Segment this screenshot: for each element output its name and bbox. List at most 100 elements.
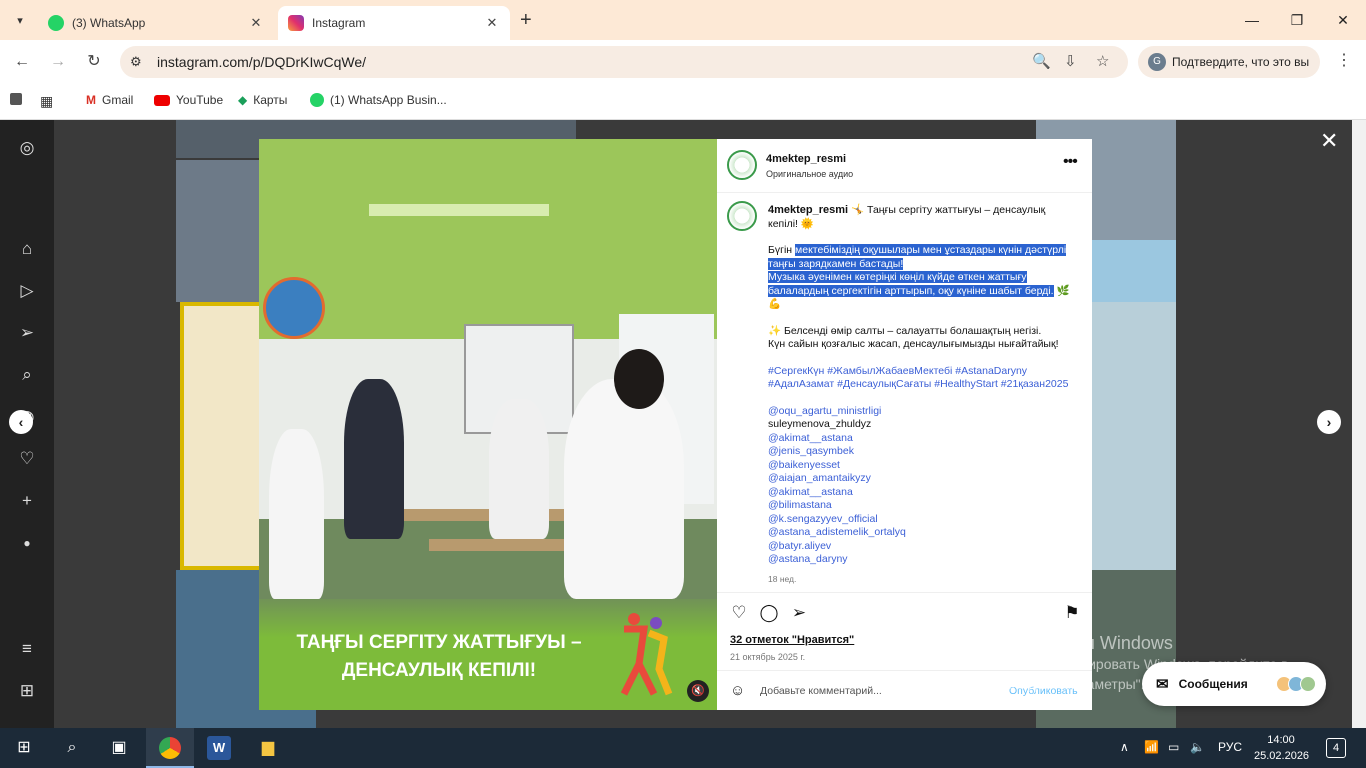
caption-line: Күн сайын қозғалыс жасап, денсаулығымызд… xyxy=(768,338,1059,350)
more-options-icon[interactable]: ••• xyxy=(1063,153,1078,171)
tray-chevron-icon[interactable]: ∧ xyxy=(1120,740,1129,754)
profile-icon[interactable]: ● xyxy=(16,532,38,554)
site-info-icon[interactable]: ⚙ xyxy=(130,54,142,70)
home-icon[interactable]: ⌂ xyxy=(16,238,38,260)
hashtags[interactable]: #СергекКүн #ЖамбылЖабаевМектебі #AstanaD… xyxy=(768,365,1073,392)
tab-title: Instagram xyxy=(312,16,366,30)
address-bar[interactable]: ⚙ instagram.com/p/DQDrKIwCqWe/ 🔍 ⇩ ☆ xyxy=(120,46,1128,78)
video-teacher xyxy=(344,379,404,539)
video-student xyxy=(489,399,549,539)
clock[interactable]: 14:00 25.02.2026 xyxy=(1254,732,1309,764)
new-tab-button[interactable]: + xyxy=(520,10,532,30)
side-panel-icon[interactable] xyxy=(10,93,22,105)
file-explorer-icon[interactable]: ▆ xyxy=(256,736,280,760)
tab-whatsapp[interactable]: (3) WhatsApp ✕ xyxy=(38,6,274,40)
caption-line: ✨ Белсенді өмір салты – салауатты болаша… xyxy=(768,324,1042,337)
mentions-list: @oqu_agartu_ministrligi suleymenova_zhuld… xyxy=(768,405,1073,567)
author-avatar[interactable] xyxy=(727,150,757,180)
mention-link[interactable]: @astana_daryny xyxy=(768,553,1073,567)
tab-strip: ▾ (3) WhatsApp ✕ Instagram ✕ + — ❐ ✕ xyxy=(0,0,1366,40)
search-icon[interactable]: ⌕ xyxy=(16,364,38,386)
chrome-icon xyxy=(159,737,181,759)
caption-username[interactable]: 4mektep_resmi xyxy=(768,204,848,216)
video-student xyxy=(564,379,684,599)
forward-button[interactable]: → xyxy=(46,50,70,74)
bookmarks-bar: ▦ M Gmail YouTube ◆ Карты (1) WhatsApp Bus… xyxy=(0,84,1366,120)
bookmark-star-icon[interactable]: ☆ xyxy=(1096,52,1109,70)
bookmark-whatsapp-business[interactable]: (1) WhatsApp Busin... xyxy=(310,93,447,107)
profile-confirm-button[interactable]: G Подтвердите, что это вы xyxy=(1138,46,1320,78)
like-heart-icon[interactable]: ♡ xyxy=(728,603,750,623)
minimize-button[interactable]: — xyxy=(1237,8,1267,32)
bookmark-gmail[interactable]: M Gmail xyxy=(86,93,133,107)
comment-icon[interactable]: ◯ xyxy=(758,603,780,623)
reload-button[interactable]: ↻ xyxy=(82,50,106,74)
emoji-icon[interactable]: ☺ xyxy=(730,682,745,699)
tab-search-button[interactable]: ▾ xyxy=(8,8,32,32)
author-username[interactable]: 4mektep_resmi xyxy=(766,153,853,165)
bookmark-maps[interactable]: ◆ Карты xyxy=(238,93,287,107)
apps-grid-icon[interactable]: ▦ xyxy=(40,93,53,110)
comment-input[interactable]: Добавьте комментарий... xyxy=(760,685,882,697)
taskbar-chrome-active[interactable] xyxy=(146,728,194,768)
messages-label: Сообщения xyxy=(1178,677,1248,691)
word-icon[interactable]: W xyxy=(207,736,231,760)
close-tab-icon[interactable]: ✕ xyxy=(484,15,500,31)
save-bookmark-icon[interactable]: ⚑ xyxy=(1061,603,1083,623)
notifications-heart-icon[interactable]: ♡ xyxy=(16,448,38,470)
post-video[interactable]: ТАҢҒЫ СЕРГІТУ ЖАТТЫҒУЫ – ДЕНСАУЛЫҚ КЕПІЛ… xyxy=(259,139,717,710)
install-app-icon[interactable]: ⇩ xyxy=(1064,52,1077,70)
notification-center-button[interactable]: 4 xyxy=(1326,738,1346,758)
previous-post-button[interactable]: ‹ xyxy=(9,410,33,434)
back-button[interactable]: ← xyxy=(10,50,34,74)
instagram-icon xyxy=(288,15,304,31)
share-icon[interactable]: ➢ xyxy=(788,603,810,623)
network-icon[interactable]: 📶 xyxy=(1144,740,1159,754)
tab-instagram[interactable]: Instagram ✕ xyxy=(278,6,510,40)
zoom-icon[interactable]: 🔍 xyxy=(1032,52,1051,70)
mute-icon[interactable]: 🔇 xyxy=(687,680,709,702)
create-icon[interactable]: + xyxy=(16,490,38,512)
page-scrollbar[interactable] xyxy=(1352,120,1366,728)
whatsapp-icon xyxy=(48,15,64,31)
restore-button[interactable]: ❐ xyxy=(1282,8,1312,32)
battery-icon[interactable]: ▭ xyxy=(1168,740,1179,754)
close-window-button[interactable]: ✕ xyxy=(1328,8,1358,32)
post-date: 21 октябрь 2025 г. xyxy=(730,652,806,662)
meta-apps-icon[interactable]: ⊞ xyxy=(16,680,38,702)
audio-label[interactable]: Оригинальное аудио xyxy=(766,169,853,179)
mention-link[interactable]: suleymenova_zhuldyz xyxy=(768,418,1073,432)
reels-icon[interactable]: ▷ xyxy=(16,280,38,302)
menu-icon[interactable]: ≡ xyxy=(16,638,38,660)
send-icon[interactable]: ➢ xyxy=(16,322,38,344)
caption-avatar[interactable] xyxy=(727,201,757,231)
mention-link[interactable]: @jenis_qasymbek xyxy=(768,445,1073,459)
mention-link[interactable]: @baikenyesset xyxy=(768,459,1073,473)
close-post-icon[interactable]: ✕ xyxy=(1320,130,1338,152)
task-view-icon[interactable]: ▣ xyxy=(107,736,131,760)
mention-link[interactable]: @akimat__astana xyxy=(768,486,1073,500)
mention-link[interactable]: @bilimastana xyxy=(768,499,1073,513)
messages-button[interactable]: ✉ Сообщения xyxy=(1142,662,1326,706)
video-student xyxy=(269,429,324,599)
next-post-button[interactable]: › xyxy=(1317,410,1341,434)
close-tab-icon[interactable]: ✕ xyxy=(248,15,264,31)
mention-link[interactable]: @akimat__astana xyxy=(768,432,1073,446)
volume-icon[interactable]: 🔈 xyxy=(1190,740,1205,754)
start-button[interactable]: ⊞ xyxy=(12,736,36,760)
search-icon[interactable]: ⌕ xyxy=(60,736,84,760)
mention-link[interactable]: @k.sengazyyev_official xyxy=(768,513,1073,527)
selected-text: мектебіміздің оқушылары мен ұстаздары кү… xyxy=(768,244,1067,270)
likes-count[interactable]: 32 отметок "Нравится" xyxy=(730,634,854,646)
mention-link[interactable]: @astana_adistemelik_ortalyq xyxy=(768,526,1073,540)
language-indicator[interactable]: РУС xyxy=(1218,740,1242,754)
instagram-logo-icon[interactable]: ◎ xyxy=(16,137,38,159)
browser-menu-icon[interactable]: ⋮ xyxy=(1336,50,1352,70)
whatsapp-icon xyxy=(310,93,324,107)
mention-link[interactable]: @batyr.aliyev xyxy=(768,540,1073,554)
mention-link[interactable]: @aiajan_amantaikyzy xyxy=(768,472,1073,486)
mention-link[interactable]: @oqu_agartu_ministrligi xyxy=(768,405,1073,419)
video-light xyxy=(369,204,549,216)
clock-time: 14:00 xyxy=(1267,734,1295,746)
bookmark-youtube[interactable]: YouTube xyxy=(154,93,223,107)
